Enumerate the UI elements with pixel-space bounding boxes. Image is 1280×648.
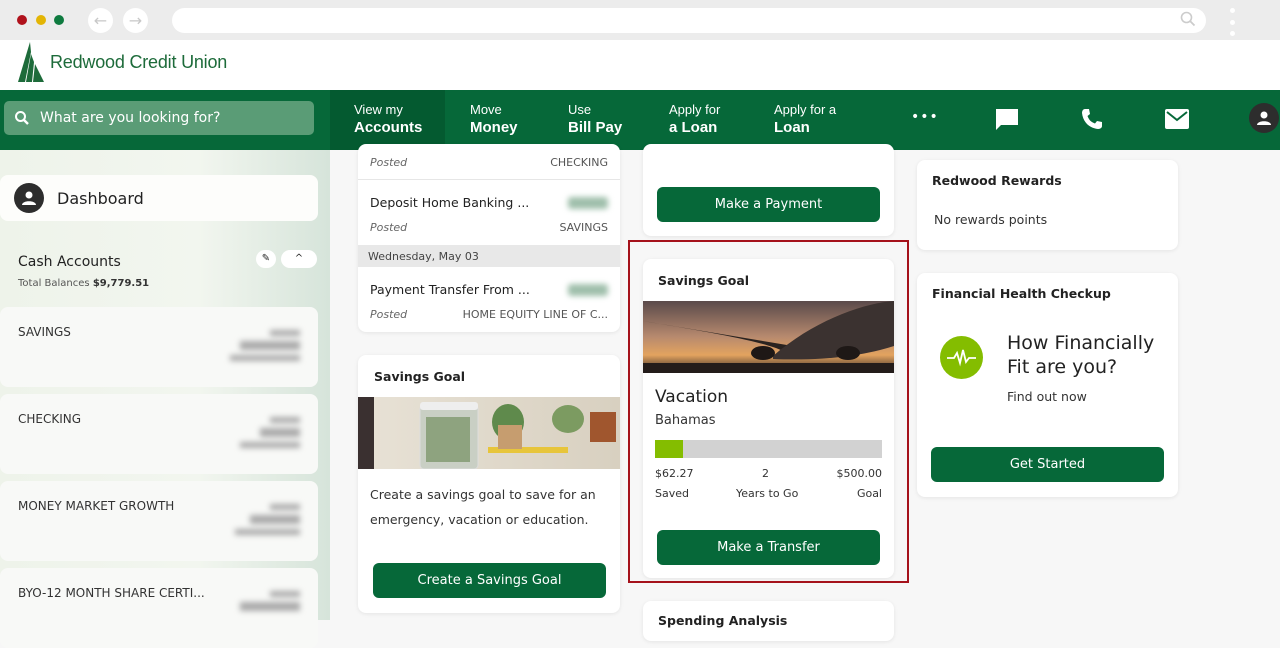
health-headline: How Financially Fit are you? [1007, 332, 1155, 378]
browser-chrome: ← → [0, 0, 1280, 40]
transaction-amount-hidden [568, 197, 608, 209]
address-bar[interactable] [172, 8, 1206, 33]
arrow-right-icon: → [128, 11, 143, 30]
transaction-name: Payment Transfer From ... [370, 282, 530, 297]
nav-view-accounts[interactable]: View my Accounts [330, 90, 445, 150]
account-name: MONEY MARKET GROWTH [18, 499, 175, 513]
chat-icon[interactable] [994, 107, 1020, 133]
transaction-account: HOME EQUITY LINE OF C... [462, 308, 608, 321]
loan-card: Make a Payment [643, 144, 894, 236]
savings-goal-create-card: Savings Goal Create a savings goal to sa… [358, 355, 620, 613]
transaction-status: Posted [370, 156, 408, 169]
rewards-card: Redwood Rewards No rewards points [917, 160, 1178, 250]
nav-apply-loan[interactable]: Apply for a Loan [669, 90, 720, 150]
get-started-button[interactable]: Get Started [931, 447, 1164, 482]
brand-name: Redwood Credit Union [50, 51, 228, 72]
nav-label-line1: Apply for [669, 102, 721, 117]
card-title: Redwood Rewards [932, 173, 1062, 188]
account-card-savings[interactable]: SAVINGS [0, 307, 318, 387]
savings-jar-image [358, 397, 620, 469]
more-icon[interactable]: ••• [911, 109, 939, 125]
card-title: Financial Health Checkup [932, 286, 1111, 301]
highlight-outline [628, 240, 909, 583]
account-name: CHECKING [18, 412, 82, 426]
search-icon [15, 111, 29, 125]
brand-header: Redwood Credit Union [0, 40, 1280, 90]
date-separator: Wednesday, May 03 [358, 245, 620, 267]
transaction-row[interactable]: Posted CHECKING [358, 144, 620, 180]
close-window-dot[interactable] [17, 15, 27, 25]
user-icon [1257, 111, 1271, 125]
transaction-status: Posted [370, 308, 408, 321]
nav-label-line1: View my [354, 102, 403, 117]
transaction-status: Posted [370, 221, 408, 234]
transaction-row[interactable]: Deposit Home Banking ... Posted SAVINGS [358, 180, 620, 245]
logo[interactable]: Redwood Credit Union [18, 42, 227, 82]
arrow-left-icon: ← [93, 11, 108, 30]
minimize-window-dot[interactable] [36, 15, 46, 25]
user-avatar [14, 183, 44, 213]
maximize-window-dot[interactable] [54, 15, 64, 25]
chevron-up-icon: ^ [294, 253, 304, 264]
nav-label-line2: Bill Pay [568, 119, 623, 136]
recent-transactions-card: Posted CHECKING Deposit Home Banking ...… [358, 144, 620, 332]
account-card-money-market[interactable]: MONEY MARKET GROWTH [0, 481, 318, 561]
account-card-certificate[interactable]: BYO-12 MONTH SHARE CERTI... [0, 568, 318, 648]
make-payment-button[interactable]: Make a Payment [657, 187, 880, 222]
transaction-name: Deposit Home Banking ... [370, 195, 530, 210]
pencil-icon: ✎ [261, 253, 271, 264]
phone-icon[interactable] [1080, 107, 1104, 131]
account-name: BYO-12 MONTH SHARE CERTI... [18, 586, 205, 600]
savings-goal-description: Create a savings goal to save for an eme… [370, 487, 596, 527]
heartbeat-icon [940, 336, 983, 379]
transaction-amount-hidden [568, 284, 608, 296]
search-placeholder: What are you looking for? [40, 110, 221, 126]
nav-bill-pay[interactable]: Use Bill Pay [568, 90, 622, 150]
nav-label-line2: Accounts [354, 119, 423, 136]
transaction-account: CHECKING [550, 156, 608, 169]
redwood-tree-icon [18, 42, 44, 82]
rewards-points-text: No rewards points [934, 212, 1048, 227]
account-balance-hidden [230, 412, 300, 450]
search-icon [1180, 11, 1196, 27]
create-savings-goal-button[interactable]: Create a Savings Goal [373, 563, 606, 598]
spending-analysis-card: Spending Analysis [643, 601, 894, 641]
nav-label-line2: Money [470, 119, 518, 136]
collapse-button[interactable]: ^ [281, 250, 317, 268]
back-button[interactable]: ← [88, 8, 113, 33]
edit-accounts-button[interactable]: ✎ [256, 250, 276, 268]
transaction-row[interactable]: Payment Transfer From ... Posted HOME EQ… [358, 267, 620, 330]
total-value: $9,779.51 [92, 278, 150, 289]
user-avatar-button[interactable] [1249, 103, 1279, 133]
financial-health-card: Financial Health Checkup How Financially… [917, 273, 1178, 497]
card-title: Spending Analysis [658, 613, 788, 628]
dashboard-link[interactable]: Dashboard [0, 175, 318, 221]
total-balances: Total Balances $9,779.51 [18, 278, 149, 289]
account-card-checking[interactable]: CHECKING [0, 394, 318, 474]
dashboard-label: Dashboard [57, 188, 144, 208]
user-icon [22, 191, 36, 205]
account-balance-hidden [230, 325, 300, 363]
nav-label-line1: Use [568, 102, 592, 117]
nav-label-line2: Loan [774, 119, 810, 136]
forward-button[interactable]: → [123, 8, 148, 33]
browser-menu-icon[interactable] [1228, 8, 1236, 36]
nav-move-money[interactable]: Move Money [470, 90, 518, 150]
mail-icon[interactable] [1165, 109, 1189, 129]
card-title: Savings Goal [374, 369, 466, 384]
site-search-input[interactable]: What are you looking for? [4, 101, 314, 135]
nav-label-line1: Move [470, 102, 502, 117]
account-name: SAVINGS [18, 325, 71, 339]
nav-apply-loan-2[interactable]: Apply for a Loan [774, 90, 836, 150]
nav-label-line1: Apply for a [774, 102, 837, 117]
transaction-account: SAVINGS [559, 221, 608, 234]
account-balance-hidden [230, 586, 300, 624]
nav-label-line2: a Loan [669, 119, 718, 136]
sidebar: Dashboard Cash Accounts Total Balances $… [0, 150, 330, 648]
cash-accounts-title: Cash Accounts [18, 254, 121, 270]
main-navigation: What are you looking for? View my Accoun… [0, 90, 1280, 150]
total-label: Total Balances [18, 278, 90, 289]
health-subtext: Find out now [1007, 389, 1087, 404]
account-balance-hidden [230, 499, 300, 537]
